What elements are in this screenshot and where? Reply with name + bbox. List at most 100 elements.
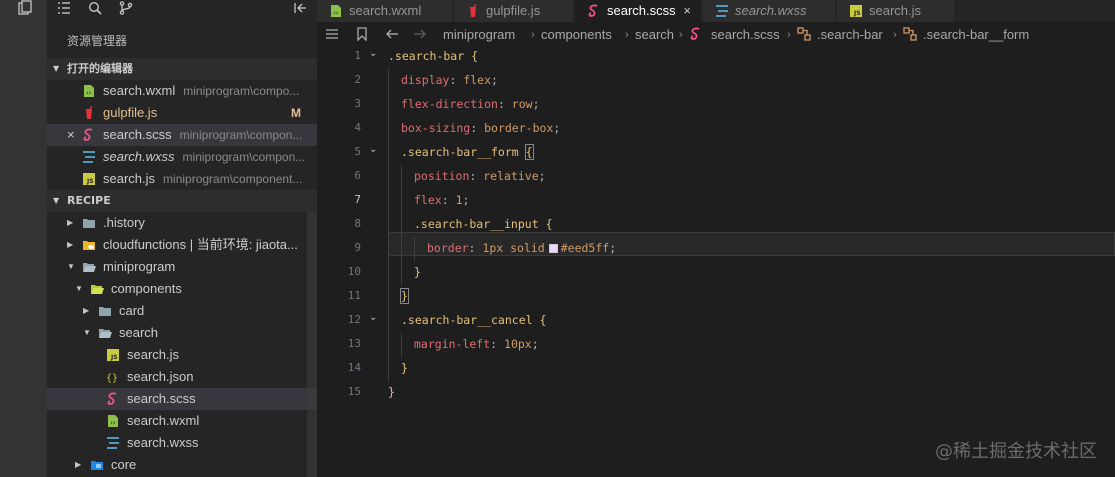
back-arrow-icon[interactable] — [385, 27, 399, 41]
wxss-icon — [107, 437, 119, 449]
close-icon[interactable]: × — [67, 124, 75, 146]
tree-item-search-json[interactable]: {} search.json — [47, 366, 317, 388]
tree-item-label: components — [111, 281, 182, 296]
code-token: position — [414, 169, 470, 183]
line-number: 6 — [354, 169, 361, 182]
tree-item-label: search.scss — [127, 391, 196, 406]
tree-item-core[interactable]: ▶ core — [47, 454, 317, 476]
activity-bar — [0, 0, 47, 477]
scss-icon — [690, 27, 700, 40]
tree-item-search[interactable]: ▼ search — [47, 322, 317, 344]
line-number: 1 — [354, 49, 361, 62]
fold-chevron-icon[interactable]: ⌄ — [369, 312, 377, 323]
close-icon[interactable]: × — [683, 0, 691, 22]
chevron-right-icon: › — [787, 29, 791, 41]
tree-item-cloudfunctions[interactable]: ▶ cloudfunctions | 当前环境: jiaota... — [47, 234, 317, 256]
editor-area: ‹› search.wxml gulpfile.js search.scss ×… — [317, 0, 1115, 477]
code-token: } — [414, 265, 421, 279]
bookmark-icon[interactable] — [355, 27, 369, 41]
code-line: display: flex; — [401, 73, 498, 87]
breadcrumb-item[interactable]: search.scss — [711, 22, 780, 48]
svg-text:JS: JS — [853, 10, 861, 17]
list-icon[interactable] — [325, 27, 339, 41]
fold-chevron-icon[interactable]: ⌄ — [369, 144, 377, 155]
js-icon: JS — [83, 173, 95, 185]
code-line: flex: 1; — [414, 193, 469, 207]
fold-chevron-icon[interactable]: ⌄ — [369, 48, 377, 59]
breadcrumb-item[interactable]: components — [541, 22, 612, 48]
search-icon[interactable] — [88, 1, 102, 15]
code-token: ; — [553, 121, 561, 135]
open-editor-item[interactable]: gulpfile.js M — [47, 102, 317, 124]
breadcrumb-item[interactable]: .search-bar — [817, 22, 883, 48]
forward-arrow-icon[interactable] — [413, 27, 427, 41]
indent-guide — [388, 69, 389, 381]
code-line: .search-bar__cancel { — [401, 313, 546, 327]
code-token: : — [470, 121, 485, 135]
code-token: border — [427, 241, 469, 255]
line-number: 15 — [347, 385, 361, 398]
files-icon[interactable] — [17, 0, 33, 16]
scss-icon — [588, 4, 598, 17]
open-editors-header[interactable]: ▼ 打开的编辑器 — [47, 58, 317, 80]
tree-item-components[interactable]: ▼ components — [47, 278, 317, 300]
breadcrumb-item[interactable]: search — [635, 22, 674, 48]
tree-item-card[interactable]: ▶ card — [47, 300, 317, 322]
code-token: : — [497, 97, 512, 111]
tab-label: gulpfile.js — [486, 3, 541, 18]
wxml-icon: ‹› — [331, 5, 341, 17]
collapse-panel-icon[interactable] — [293, 1, 307, 15]
tab-search-wxml[interactable]: ‹› search.wxml — [317, 0, 453, 22]
code-token: .search-bar__form — [401, 145, 526, 159]
code-line: margin-left: 10px; — [414, 337, 539, 351]
code-token: ; — [609, 241, 617, 255]
tree-item-label: core — [111, 457, 137, 472]
tab-gulpfile[interactable]: gulpfile.js — [454, 0, 574, 22]
open-editor-item[interactable]: search.wxss miniprogram\compon... — [47, 146, 317, 168]
color-swatch[interactable] — [548, 244, 558, 253]
tree-item-miniprogram[interactable]: ▼ miniprogram — [47, 256, 317, 278]
project-header[interactable]: ▼ RECIPE — [47, 190, 317, 212]
open-editor-item[interactable]: JS search.js miniprogram\component... — [47, 168, 317, 190]
tab-search-scss[interactable]: search.scss × — [575, 0, 702, 22]
list-icon[interactable] — [57, 1, 71, 15]
code-line: } — [401, 361, 408, 375]
tab-search-wxss[interactable]: search.wxss — [703, 0, 836, 22]
svg-text:JS: JS — [86, 178, 94, 185]
code-line: border: 1px solid #eed5ff; — [427, 241, 616, 255]
chevron-down-icon: ▼ — [67, 262, 75, 271]
tab-label: search.wxml — [349, 3, 422, 18]
gulp-icon — [470, 4, 477, 17]
css-symbol-icon — [903, 27, 917, 41]
chevron-right-icon: › — [679, 29, 683, 41]
modified-badge: M — [291, 106, 301, 120]
tree-item-search-js[interactable]: JS search.js — [47, 344, 317, 366]
breadcrumb-item[interactable]: miniprogram — [443, 22, 515, 48]
line-number: 14 — [347, 361, 361, 374]
line-number: 12 — [347, 313, 361, 326]
tab-label: search.wxss — [735, 3, 807, 18]
tab-search-js[interactable]: JS search.js — [837, 0, 955, 22]
code-token: row — [511, 97, 533, 111]
folder-icon — [83, 219, 95, 228]
source-control-icon[interactable] — [119, 1, 133, 15]
sidebar-scrollbar[interactable] — [307, 212, 317, 477]
breadcrumb-item[interactable]: .search-bar__form — [923, 22, 1029, 48]
code-token: flex-direction — [401, 97, 498, 111]
code-token: ; — [491, 73, 498, 87]
tree-item-search-wxml[interactable]: ‹› search.wxml — [47, 410, 317, 432]
wxss-icon — [716, 5, 728, 17]
tree-item-search-scss[interactable]: search.scss — [47, 388, 317, 410]
tree-item-label: search.wxss — [127, 435, 199, 450]
tab-label: search.js — [869, 3, 922, 18]
tree-item-history[interactable]: ▶ .history — [47, 212, 317, 234]
line-number: 9 — [354, 241, 361, 254]
open-editor-item-active[interactable]: × search.scss miniprogram\compon... — [47, 124, 317, 146]
line-number: 13 — [347, 337, 361, 350]
tree-item-search-wxss[interactable]: search.wxss — [47, 432, 317, 454]
open-editor-name: search.js — [103, 171, 156, 186]
open-editor-path: miniprogram\compon... — [179, 128, 303, 142]
svg-text:{}: {} — [106, 373, 118, 384]
open-editor-item[interactable]: ‹› search.wxml miniprogram\compo... — [47, 80, 317, 102]
line-number: 11 — [347, 289, 361, 302]
